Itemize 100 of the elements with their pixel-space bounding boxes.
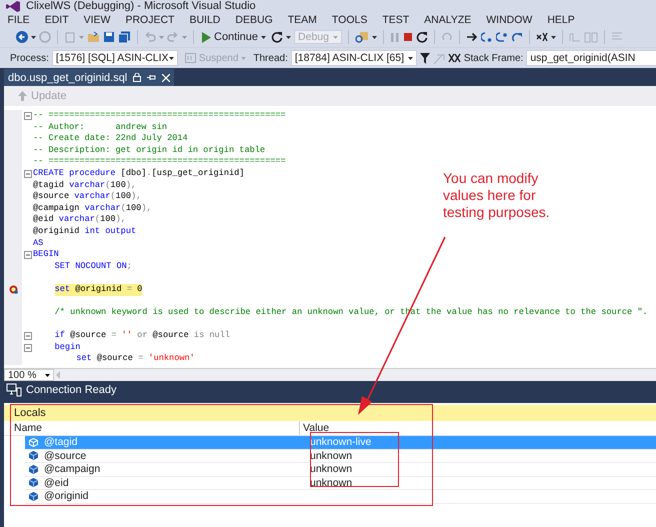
caret-icon[interactable] — [168, 56, 174, 60]
code-line: BEGIN — [33, 249, 59, 261]
annotation-text: You can modify values here for testing purposes. — [443, 170, 551, 221]
caret-icon[interactable] — [286, 36, 292, 38]
variable-name: @eid — [44, 476, 69, 489]
collapse-icon[interactable] — [24, 332, 32, 340]
folder-icon[interactable] — [87, 31, 100, 43]
lock-icon — [133, 73, 142, 82]
code-line: AS — [33, 238, 44, 250]
refresh-icon[interactable] — [441, 31, 454, 43]
variable-value: unknown — [309, 450, 352, 462]
menu-item[interactable]: EDIT — [37, 14, 76, 26]
menu-item[interactable]: PROJECT — [118, 14, 182, 26]
restart-icon[interactable] — [416, 31, 428, 43]
back-icon[interactable] — [16, 31, 28, 43]
menu-item[interactable]: FILE — [0, 14, 38, 26]
code-line: @originid int output — [33, 226, 136, 238]
code-line: SET NOCOUNT ON; — [54, 260, 132, 272]
caret-icon[interactable] — [408, 56, 413, 60]
document-tab[interactable]: dbo.usp_get_originid.sql — [4, 69, 174, 86]
step-out-icon[interactable] — [511, 31, 524, 43]
code-line: set @source = 'unknown' — [76, 353, 195, 366]
suspend-icon — [184, 53, 196, 63]
variable-name: @source — [44, 450, 86, 462]
code-line: if @source = '' or @source is null — [54, 330, 230, 342]
locals-row[interactable]: @originid — [25, 490, 656, 504]
variable-name: @campaign — [44, 463, 100, 476]
filter-icon[interactable] — [420, 52, 430, 64]
process-dropdown[interactable]: [1576] [SQL] ASIN-CLIX — [52, 50, 178, 66]
save-all-icon[interactable] — [118, 31, 131, 43]
menu-item[interactable]: TOOLS — [324, 14, 375, 26]
variable-name: @originid — [44, 490, 89, 502]
cube-icon — [29, 492, 38, 501]
caret-icon[interactable] — [372, 36, 378, 38]
menu-item[interactable]: TEAM — [280, 14, 324, 26]
cube-icon — [29, 464, 38, 474]
caret-icon[interactable] — [31, 36, 36, 38]
code-line: -- ============================================== — [33, 110, 286, 122]
caret-icon[interactable] — [261, 36, 266, 38]
menu-item[interactable]: ANALYZE — [416, 14, 479, 26]
cube-icon — [29, 451, 38, 460]
connection-icon — [6, 383, 22, 397]
play-icon — [202, 32, 211, 42]
code-line: @campaign varchar(100), — [33, 202, 152, 214]
code-line: begin — [54, 342, 80, 354]
locals-row[interactable]: @eid unknown — [25, 476, 656, 490]
menu-item[interactable]: WINDOW — [478, 14, 540, 26]
code-line: CREATE procedure [dbo].[usp_get_originid] — [33, 168, 244, 180]
continue-button[interactable]: Continue — [200, 31, 268, 43]
cube-icon — [29, 438, 38, 447]
caret-icon[interactable] — [45, 374, 50, 376]
zoom-dropdown[interactable]: 100 % — [4, 369, 54, 381]
menu-item[interactable]: HELP — [540, 14, 582, 26]
locals-row[interactable]: @source unknown — [25, 450, 656, 463]
stack-frame-label: Stack Frame: — [464, 52, 524, 64]
arrow-right-icon[interactable] — [466, 32, 478, 42]
menu-item[interactable]: BUILD — [182, 14, 228, 26]
panel-title: Locals — [4, 405, 656, 421]
new-item-icon[interactable] — [64, 31, 76, 43]
collapse-icon[interactable] — [24, 112, 32, 120]
status-text: Connection Ready — [26, 384, 117, 396]
code-line: @source varchar(100), — [33, 191, 142, 203]
menu-item[interactable]: VIEW — [76, 14, 118, 26]
step-over-icon[interactable] — [496, 31, 508, 43]
collapse-icon[interactable] — [24, 170, 32, 178]
process-label: Process: — [10, 52, 49, 64]
collapse-icon[interactable] — [24, 250, 32, 259]
thread-dropdown[interactable]: [18784] ASIN-CLIX [65] — [290, 50, 417, 66]
column-header: Name — [4, 421, 300, 435]
variable-name: @tagid — [44, 436, 78, 448]
logo-icon — [6, 0, 20, 12]
code-line: @eid varchar(100), — [33, 214, 126, 226]
redo-icon[interactable] — [167, 31, 179, 43]
breakpoint-icon — [8, 285, 18, 294]
code-line: -- Author: andrew sin — [33, 122, 168, 134]
collapse-icon[interactable] — [24, 344, 32, 352]
restart-icon[interactable] — [271, 31, 284, 43]
locals-row[interactable]: @campaign unknown — [25, 463, 656, 476]
code-line: -- Create date: 22nd July 2014 — [33, 133, 188, 145]
step-into-icon[interactable] — [481, 31, 494, 43]
code-line: -- Description: get origin id in origin table — [33, 144, 266, 156]
close-icon[interactable] — [162, 74, 170, 82]
pin-icon[interactable] — [147, 74, 156, 81]
up-arrow-icon — [18, 91, 27, 101]
variable-value: unknown — [309, 463, 352, 476]
code-line: @tagid varchar(100), — [33, 180, 136, 192]
menu-item[interactable]: TEST — [374, 14, 417, 26]
variable-value: unknown — [309, 476, 352, 489]
caret-icon[interactable] — [551, 36, 556, 38]
column-header: Value — [302, 422, 330, 434]
window-title: ClixelWS (Debugging) - Microsoft Visual Studio — [26, 0, 256, 12]
save-icon[interactable] — [103, 31, 115, 43]
scroll-left-icon[interactable] — [54, 371, 62, 379]
stack-frame-dropdown[interactable]: usp_get_originid(ASIN — [526, 50, 656, 66]
menu-item[interactable]: DEBUG — [228, 14, 280, 26]
undo-icon[interactable] — [144, 31, 156, 43]
cube-icon — [29, 478, 38, 488]
stop-icon[interactable] — [403, 32, 414, 42]
thread-label: Thread: — [253, 52, 288, 64]
columns-icon[interactable] — [584, 31, 598, 43]
